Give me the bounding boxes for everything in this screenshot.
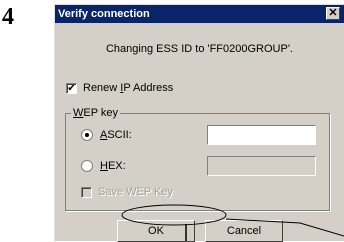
dialog-title: Verify connection (58, 8, 150, 20)
dialog-title-bar: Verify connection ✕ (55, 5, 344, 23)
save-wep-label: Save WEP Key (98, 186, 173, 198)
hex-label: HEX: (100, 160, 126, 172)
save-wep-row: Save WEP Key (81, 186, 173, 198)
status-message: Changing ESS ID to 'FF0200GROUP'. (105, 43, 293, 55)
ascii-key-input[interactable] (207, 125, 316, 145)
renew-ip-checkbox-row[interactable]: ✔ Renew IP Address (66, 82, 173, 94)
ascii-label: ASCII: (100, 129, 132, 141)
cancel-button[interactable]: Cancel (205, 220, 283, 242)
ascii-radio[interactable] (81, 129, 93, 141)
ascii-radio-row[interactable]: ASCII: (81, 129, 132, 141)
step-number: 4 (2, 4, 14, 30)
hex-radio-row[interactable]: HEX: (81, 160, 126, 172)
verify-connection-dialog: Verify connection ✕ Changing ESS ID to '… (54, 4, 344, 242)
hex-radio[interactable] (81, 160, 93, 172)
renew-ip-checkbox[interactable]: ✔ (66, 82, 77, 94)
hex-key-input[interactable] (207, 156, 316, 176)
close-icon[interactable]: ✕ (326, 7, 340, 20)
renew-ip-label: Renew IP Address (83, 82, 174, 94)
save-wep-checkbox (81, 186, 92, 198)
ok-button[interactable]: OK (117, 220, 195, 242)
wep-key-group-label: WEP key (71, 107, 121, 119)
